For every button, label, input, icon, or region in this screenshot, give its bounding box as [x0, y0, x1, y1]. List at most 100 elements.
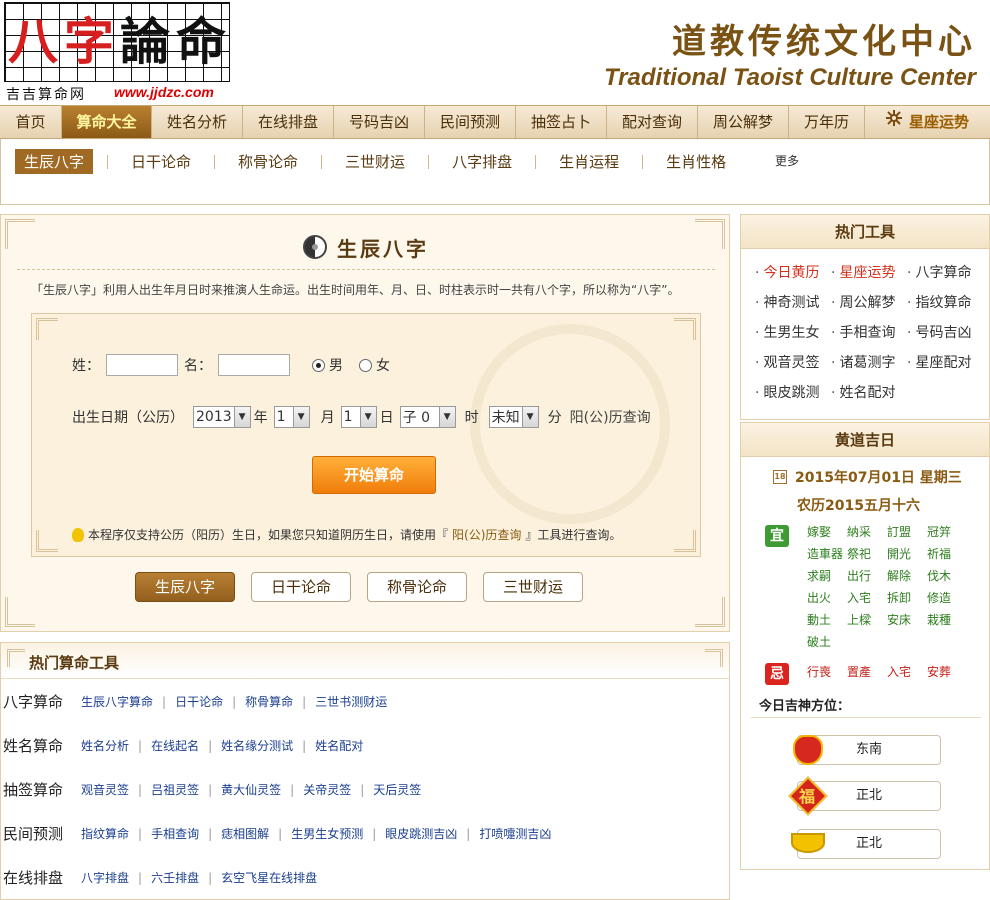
site-logo[interactable]: 八 字 論 命 吉吉算命网 www.jjdzc.com	[4, 2, 230, 103]
link-separator: |	[372, 826, 377, 841]
gender-female-radio[interactable]	[359, 358, 372, 372]
tab-bazi[interactable]: 生辰八字	[135, 572, 235, 602]
hot-link[interactable]: 眼皮跳测吉凶	[385, 825, 457, 842]
name-input[interactable]	[218, 354, 290, 376]
yi-item: 造車器	[807, 547, 844, 561]
tool-link[interactable]: 手相查询	[831, 323, 907, 343]
hot-tools-header: 热门算命工具	[1, 643, 729, 679]
corner-ornament	[5, 597, 35, 627]
hour-select[interactable]: 子 0 ▼	[399, 406, 456, 428]
tool-link[interactable]: 姓名配对	[831, 383, 907, 403]
month-select[interactable]: 1 ▼	[273, 406, 310, 428]
tab-sanshi[interactable]: 三世财运	[483, 572, 583, 602]
corner-ornament	[705, 649, 723, 667]
hot-link[interactable]: 生男生女预测	[291, 825, 363, 842]
tool-link[interactable]: 今日黄历	[755, 263, 831, 283]
year-value: 2013	[196, 409, 232, 425]
hot-link[interactable]: 打喷嚏测吉凶	[479, 825, 551, 842]
divider	[17, 269, 715, 270]
form-note: 本程序仅支持公历（阳历）生日，如果您只知道阴历生日，请使用『 阳(公)历查询 』…	[72, 526, 621, 543]
hot-link[interactable]: 八字排盘	[81, 869, 129, 886]
hot-link[interactable]: 手相查询	[151, 825, 199, 842]
nav-item-horoscope[interactable]: 星座运势	[865, 106, 989, 138]
solar-lookup-link[interactable]: 阳(公)历查询	[570, 407, 651, 427]
yi-item: 求嗣	[807, 569, 832, 583]
nav-item-divination[interactable]: 抽签占卜	[516, 106, 607, 138]
subnav-item-chenggu[interactable]: 称骨论命	[229, 149, 307, 174]
name-row: 姓： 名： 男 女	[72, 354, 390, 376]
nav-item-calendar[interactable]: 万年历	[789, 106, 865, 138]
hot-link[interactable]: 姓名分析	[81, 737, 129, 754]
gear-star-icon	[885, 106, 903, 138]
gender-male-label: 男	[329, 358, 343, 374]
hot-link[interactable]: 痣相图解	[221, 825, 269, 842]
hot-link[interactable]: 天后灵签	[373, 781, 421, 798]
hot-link[interactable]: 姓名缘分测试	[221, 737, 293, 754]
hot-link[interactable]: 姓名配对	[315, 737, 363, 754]
nav-item-home[interactable]: 首页	[0, 106, 62, 138]
hot-link[interactable]: 指纹算命	[81, 825, 129, 842]
subnav-item-bazi[interactable]: 生辰八字	[15, 149, 94, 174]
nav-item-number[interactable]: 号码吉凶	[334, 106, 425, 138]
tool-link[interactable]: 号码吉凶	[907, 323, 983, 343]
link-separator: |	[208, 782, 213, 797]
hot-link[interactable]: 黄大仙灵签	[221, 781, 281, 798]
tool-link[interactable]: 眼皮跳测	[755, 383, 831, 403]
hot-link[interactable]: 玄空飞星在线排盘	[221, 869, 317, 886]
year-select[interactable]: 2013 ▼	[193, 406, 251, 428]
hot-link[interactable]: 生辰八字算命	[81, 693, 153, 710]
note-lookup-link[interactable]: 阳(公)历查询	[452, 526, 521, 543]
hot-link[interactable]: 称骨算命	[245, 693, 293, 710]
hour-unit: 时	[464, 410, 479, 426]
almanac-title: 黄道吉日	[741, 423, 989, 457]
nav-item-dream[interactable]: 周公解梦	[698, 106, 789, 138]
hot-link[interactable]: 日干论命	[175, 693, 223, 710]
tab-chenggu[interactable]: 称骨论命	[367, 572, 467, 602]
hot-link[interactable]: 吕祖灵签	[151, 781, 199, 798]
nav-item-fortune[interactable]: 算命大全	[62, 106, 152, 138]
tool-link[interactable]: 诸葛测字	[831, 353, 907, 373]
nav-item-match[interactable]: 配对查询	[607, 106, 698, 138]
subnav-item-rigan[interactable]: 日干论命	[122, 149, 200, 174]
tool-link[interactable]: 指纹算命	[907, 293, 983, 313]
hot-row-folk: 民间预测 指纹算命 | 手相查询 | 痣相图解 | 生男生女预测 | 眼皮跳测吉凶 | 打…	[3, 823, 551, 844]
tool-link[interactable]: 观音灵签	[755, 353, 831, 373]
yi-item: 祈福	[927, 547, 952, 561]
nav-item-folk[interactable]: 民间预测	[425, 106, 516, 138]
minute-select[interactable]: 未知 ▼	[488, 406, 539, 428]
nav-item-name-analysis[interactable]: 姓名分析	[152, 106, 243, 138]
link-separator: |	[162, 694, 167, 709]
gender-male-radio[interactable]	[312, 358, 325, 372]
surname-input[interactable]	[106, 354, 178, 376]
tool-link[interactable]: 周公解梦	[831, 293, 907, 313]
tab-rigan[interactable]: 日干论命	[251, 572, 351, 602]
bazi-panel: 生辰八字 「生辰八字」利用人出生年月日时来推演人生命运。出生时间用年、月、日、时…	[0, 214, 730, 632]
start-button[interactable]: 开始算命	[312, 456, 436, 494]
hot-link[interactable]: 关帝灵签	[303, 781, 351, 798]
subnav-item-shengxiao-xingge[interactable]: 生肖性格	[657, 149, 735, 174]
hot-link[interactable]: 三世书测财运	[315, 693, 387, 710]
logo-char: 論	[120, 12, 170, 71]
hot-link[interactable]: 观音灵签	[81, 781, 129, 798]
tool-link[interactable]: 星座运势	[831, 263, 907, 283]
yi-item: 祭祀	[847, 547, 872, 561]
hot-link[interactable]: 在线起名	[151, 737, 199, 754]
subnav-divider	[428, 154, 430, 169]
link-separator: |	[138, 738, 143, 753]
link-separator: |	[302, 694, 307, 709]
nav-item-online-chart[interactable]: 在线排盘	[243, 106, 334, 138]
tool-link[interactable]: 生男生女	[755, 323, 831, 343]
yi-list: 嫁娶 納采 訂盟 冠笄 造車器 祭祀 開光 祈福 求嗣 出行 解除 伐木 出火 …	[807, 523, 967, 649]
tool-link[interactable]: 神奇测试	[755, 293, 831, 313]
site-header: 八 字 論 命 吉吉算命网 www.jjdzc.com 道教传统文化中心 Tra…	[0, 0, 990, 104]
hot-link[interactable]: 六壬排盘	[151, 869, 199, 886]
subnav-more-link[interactable]: 更多	[775, 152, 799, 169]
subnav-item-shengxiao-yuncheng[interactable]: 生肖运程	[550, 149, 628, 174]
subnav-item-paipan[interactable]: 八字排盘	[443, 149, 521, 174]
tool-link[interactable]: 八字算命	[907, 263, 983, 283]
ji-item: 安葬	[927, 665, 952, 679]
tool-link[interactable]: 星座配对	[907, 353, 983, 373]
subnav-item-sanshi[interactable]: 三世财运	[336, 149, 414, 174]
lightbulb-icon	[72, 527, 84, 542]
day-select[interactable]: 1 ▼	[340, 406, 377, 428]
